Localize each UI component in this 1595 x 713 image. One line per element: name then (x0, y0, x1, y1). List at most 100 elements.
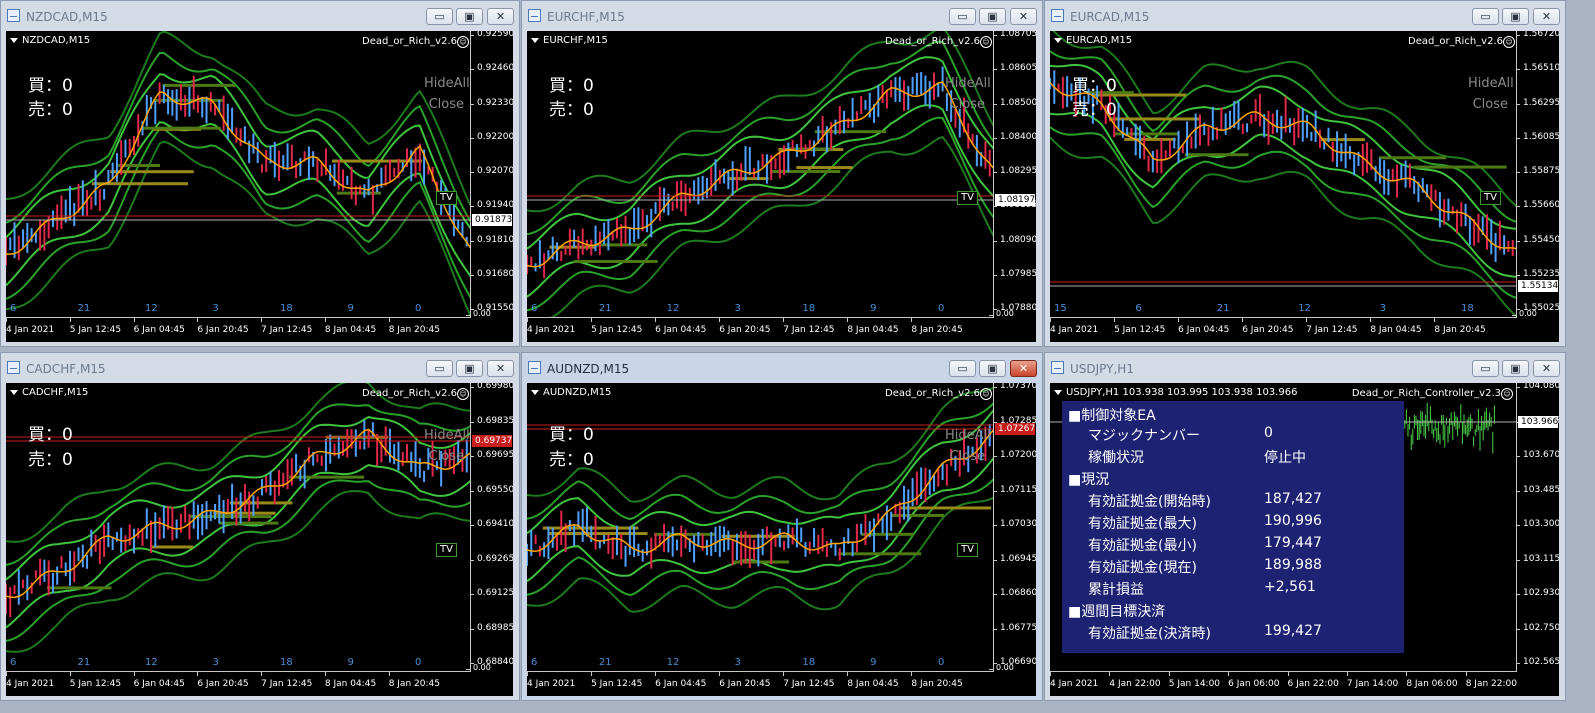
day-marker-label: 0 (938, 303, 945, 314)
window-titlebar[interactable]: USDJPY,H1 ▭ ▣ ✕ (1045, 353, 1565, 383)
chart-menu-arrow-icon[interactable] (531, 38, 539, 43)
price-tick: 1.06860 (992, 588, 1036, 598)
maximize-button[interactable]: ▣ (1502, 8, 1529, 25)
tv-button[interactable]: TV (436, 191, 457, 205)
close-all-button[interactable]: Close (424, 446, 464, 467)
close-all-button[interactable]: Close (1468, 94, 1508, 115)
minimize-button[interactable]: ▭ (1472, 360, 1499, 377)
window-titlebar[interactable]: CADCHF,M15 ▭ ▣ ✕ (1, 353, 519, 383)
chart-plot (527, 386, 994, 613)
minimize-button[interactable]: ▭ (1472, 8, 1499, 25)
hideall-button[interactable]: HideAll (424, 425, 470, 446)
maximize-button[interactable]: ▣ (1502, 360, 1529, 377)
window-titlebar[interactable]: EURCHF,M15 ▭ ▣ ✕ (522, 1, 1042, 31)
ohlc-quote: 103.938 103.995 103.938 103.966 (1122, 387, 1298, 398)
day-marker-label: 21 (598, 303, 612, 314)
time-axis[interactable]: 4 Jan 2021 5 Jan 12:45 6 Jan 04:45 6 Jan 20… (527, 671, 994, 696)
close-button[interactable]: ✕ (487, 8, 514, 25)
price-tick: 0.92590 (469, 31, 513, 39)
maximize-button[interactable]: ▣ (456, 8, 483, 25)
day-marker-label: 12 (666, 657, 680, 668)
close-button[interactable]: ✕ (1533, 360, 1560, 377)
day-marker-label: 21 (77, 657, 91, 668)
bollinger-band-line (1050, 136, 1517, 317)
window-title: EURCHF,M15 (547, 10, 625, 24)
time-axis[interactable]: 4 Jan 2021 4 Jan 22:00 5 Jan 14:00 6 Jan 06… (1050, 671, 1517, 696)
tv-button[interactable]: TV (957, 543, 978, 557)
tv-button[interactable]: TV (436, 543, 457, 557)
close-all-button[interactable]: Close (945, 94, 985, 115)
price-tick: 0.92330 (469, 97, 513, 108)
price-scale[interactable]: 0.69980 0.69835 0.69695 0.69550 0.69410 0.692… (469, 383, 513, 671)
price-scale[interactable]: 1.08705 1.08605 1.08500 1.08400 1.08295 1.081… (992, 31, 1036, 317)
window-titlebar[interactable]: AUDNZD,M15 ▭ ▣ ✕ (522, 353, 1042, 383)
minimize-button[interactable]: ▭ (426, 8, 453, 25)
tv-button[interactable]: TV (957, 191, 978, 205)
price-chart[interactable]: CADCHF,M15 Dead_or_Rich_v2.6 ☺ 買：0 売：0 HideAl… (6, 383, 513, 696)
panel-start-value: 187,427 (1264, 491, 1322, 507)
chart-window-4[interactable]: CADCHF,M15 ▭ ▣ ✕ CADCHF,M15 Dead_or_Rich_v2.6… (0, 352, 520, 701)
day-marker-label: 6 (1135, 303, 1142, 314)
close-button[interactable]: ✕ (1010, 360, 1037, 377)
expert-advisor-label: Dead_or_Rich_v2.6 (362, 36, 457, 47)
window-title: NZDCAD,M15 (26, 10, 108, 24)
hideall-button[interactable]: HideAll (1468, 73, 1514, 94)
panel-max-value: 190,996 (1264, 513, 1322, 529)
chart-window-1[interactable]: NZDCAD,M15 ▭ ▣ ✕ NZDCAD,M15 Dead_or_Rich_v2.6… (0, 0, 520, 347)
price-tick: 102.750 (1515, 622, 1559, 633)
price-tick: 1.55875 (1515, 166, 1559, 176)
chart-plot (6, 383, 471, 653)
price-scale[interactable]: 0.92590 0.92460 0.92330 0.92200 0.92070 0.919… (469, 31, 513, 317)
close-button[interactable]: ✕ (487, 360, 514, 377)
tv-button[interactable]: TV (1480, 191, 1501, 205)
minimize-button[interactable]: ▭ (426, 360, 453, 377)
close-all-button[interactable]: Close (424, 94, 464, 115)
window-titlebar[interactable]: NZDCAD,M15 ▭ ▣ ✕ (1, 1, 519, 31)
chart-menu-arrow-icon[interactable] (10, 38, 18, 43)
chart-menu-arrow-icon[interactable] (1054, 38, 1062, 43)
chart-symbol-label: CADCHF,M15 (22, 387, 89, 398)
maximize-button[interactable]: ▣ (979, 360, 1006, 377)
maximize-button[interactable]: ▣ (456, 360, 483, 377)
price-tick: 1.06775 (992, 622, 1036, 633)
chart-menu-arrow-icon[interactable] (10, 390, 18, 395)
time-axis[interactable]: 4 Jan 2021 5 Jan 12:45 6 Jan 04:45 6 Jan 20… (1050, 317, 1517, 342)
chart-menu-arrow-icon[interactable] (531, 390, 539, 395)
close-button[interactable]: ✕ (1533, 8, 1560, 25)
panel-min-value: 179,447 (1264, 535, 1322, 551)
price-tick: 104.080 (1515, 383, 1559, 391)
time-axis[interactable]: 4 Jan 2021 5 Jan 12:45 6 Jan 04:45 6 Jan 20… (6, 317, 471, 342)
chart-window-2[interactable]: EURCHF,M15 ▭ ▣ ✕ EURCHF,M15 Dead_or_Rich_v2.6… (521, 0, 1043, 347)
price-scale[interactable]: 1.56720 1.56510 1.56295 1.56085 1.55875 1.556… (1515, 31, 1559, 317)
maximize-button[interactable]: ▣ (979, 8, 1006, 25)
minimize-button[interactable]: ▭ (949, 360, 976, 377)
price-scale[interactable]: 1.07370 1.07285 1.07200 1.07115 1.07030 1.069… (992, 383, 1036, 671)
bollinger-band-line (527, 56, 994, 250)
hideall-button[interactable]: HideAll (945, 425, 991, 446)
price-chart[interactable]: AUDNZD,M15 Dead_or_Rich_v2.6 ☺ 買：0 売：0 HideAl… (527, 383, 1036, 696)
price-chart[interactable]: USDJPY,H1 103.938 103.995 103.938 103.96… (1050, 383, 1559, 696)
hideall-button[interactable]: HideAll (945, 73, 991, 94)
window-titlebar[interactable]: EURCAD,M15 ▭ ▣ ✕ (1045, 1, 1565, 31)
chart-window-3[interactable]: EURCAD,M15 ▭ ▣ ✕ EURCAD,M15 Dead_or_Rich_v2.6… (1044, 0, 1566, 347)
time-axis[interactable]: 4 Jan 2021 5 Jan 12:45 6 Jan 04:45 6 Jan 20… (527, 317, 994, 342)
chart-menu-arrow-icon[interactable] (1054, 390, 1062, 395)
close-button[interactable]: ✕ (1010, 8, 1037, 25)
price-tick: 1.56720 (1515, 31, 1559, 39)
chart-plot (1050, 31, 1517, 317)
hideall-button[interactable]: HideAll (424, 73, 470, 94)
chart-window-6[interactable]: USDJPY,H1 ▭ ▣ ✕ USDJPY,H1 103.938 103.995 10… (1044, 352, 1566, 701)
price-tick: 0.91940 (469, 200, 513, 211)
price-chart[interactable]: NZDCAD,M15 Dead_or_Rich_v2.6 ☺ 買：0 売：0 HideAl… (6, 31, 513, 342)
chart-window-5[interactable]: AUDNZD,M15 ▭ ▣ ✕ AUDNZD,M15 Dead_or_Rich_v2.6… (521, 352, 1043, 701)
day-marker-label: 6 (531, 657, 538, 668)
price-tick: 102.565 (1515, 657, 1559, 667)
minimize-button[interactable]: ▭ (949, 8, 976, 25)
scale-zero-label: 0.00 (466, 309, 491, 318)
price-scale[interactable]: 104.080103.855103.670103.485103.300103.1… (1515, 383, 1559, 671)
hide-close-buttons: HideAll Close (424, 73, 470, 115)
time-axis[interactable]: 4 Jan 2021 5 Jan 12:45 6 Jan 04:45 6 Jan 20… (6, 671, 471, 696)
price-chart[interactable]: EURCAD,M15 Dead_or_Rich_v2.6 ☺ 買：0 売：0 HideAl… (1050, 31, 1559, 342)
price-chart[interactable]: EURCHF,M15 Dead_or_Rich_v2.6 ☺ 買：0 売：0 HideAl… (527, 31, 1036, 342)
close-all-button[interactable]: Close (945, 446, 985, 467)
